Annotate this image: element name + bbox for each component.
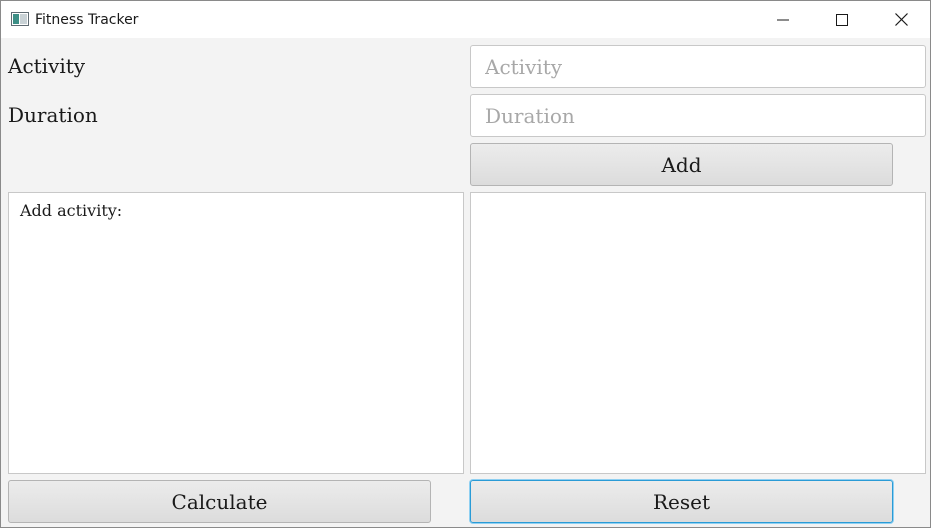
activity-log-textarea[interactable]: Add activity: (8, 192, 464, 474)
close-icon (894, 13, 908, 26)
title-bar[interactable]: Fitness Tracker (1, 1, 930, 38)
window-title: Fitness Tracker (35, 12, 139, 28)
maximize-button[interactable] (813, 1, 871, 38)
duration-label: Duration (8, 103, 98, 127)
add-button[interactable]: Add (470, 143, 893, 186)
activity-log-text: Add activity: (20, 201, 123, 220)
calculate-button[interactable]: Calculate (8, 480, 431, 523)
app-window: Fitness Tracker Activity Duration Add Ad… (0, 0, 931, 528)
result-textarea[interactable] (470, 192, 926, 474)
close-button[interactable] (872, 1, 930, 38)
minimize-icon (777, 19, 789, 20)
reset-button[interactable]: Reset (470, 480, 893, 523)
duration-input[interactable] (470, 94, 926, 137)
activity-label: Activity (8, 54, 86, 78)
maximize-icon (836, 13, 848, 26)
activity-input[interactable] (470, 45, 926, 88)
minimize-button[interactable] (754, 1, 812, 38)
app-window-icon (11, 12, 29, 26)
